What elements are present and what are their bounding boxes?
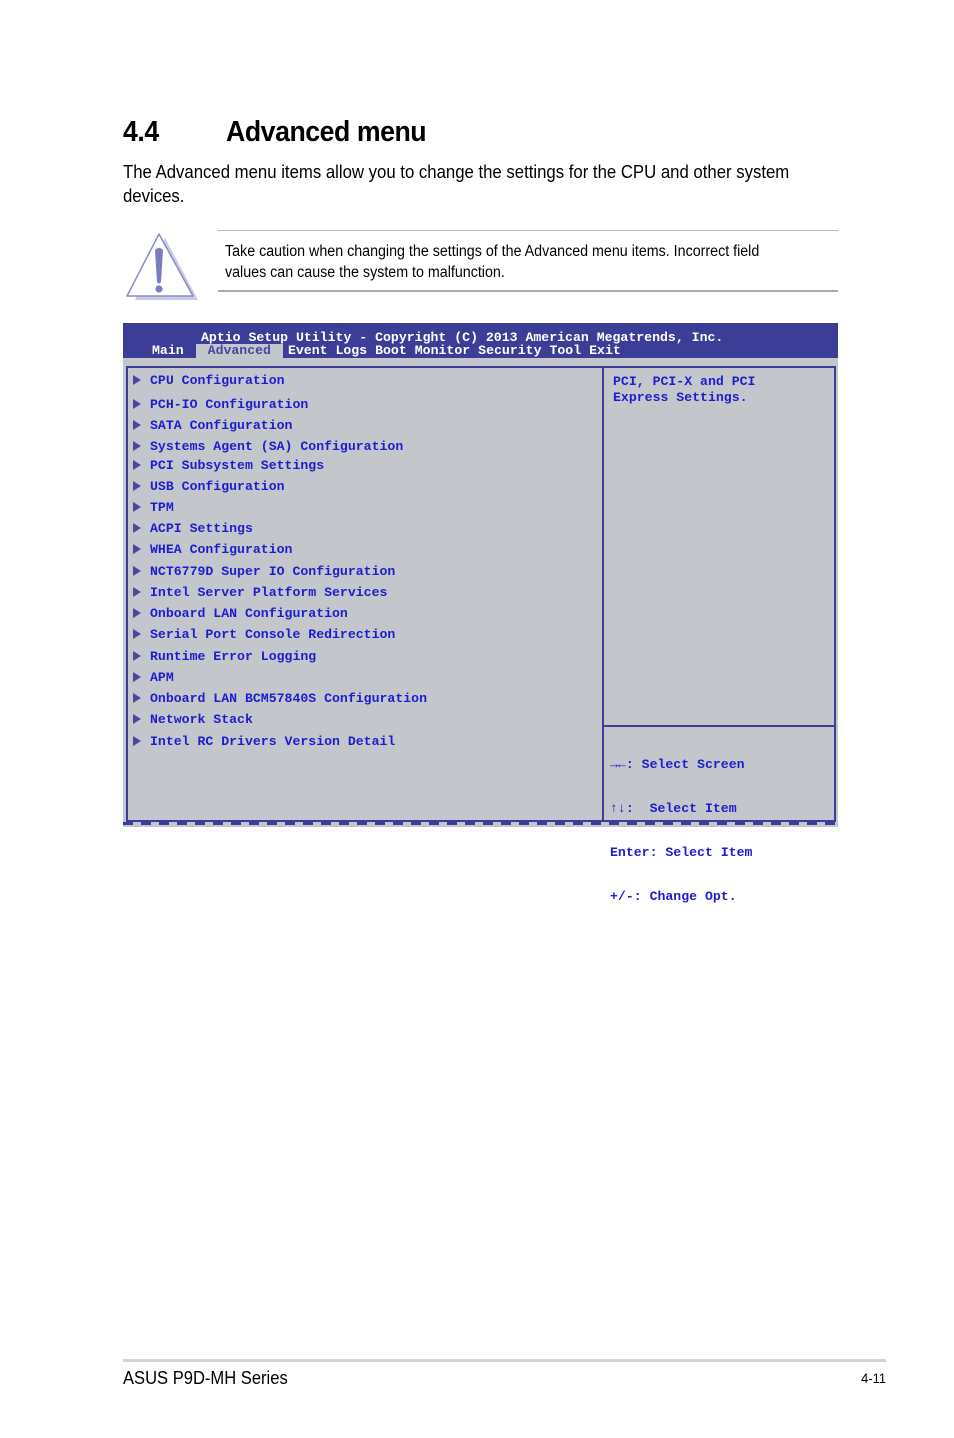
key-legend-select-screen: →←: Select Screen — [610, 757, 745, 773]
menu-item[interactable]: ACPI Settings — [133, 519, 253, 537]
caution-box: Take caution when changing the settings … — [218, 230, 838, 292]
key-legend: →←: Select Screen ↑↓: Select Item Enter:… — [610, 729, 752, 933]
tab-security[interactable]: Security — [474, 344, 545, 358]
help-text: PCI, PCI-X and PCI Express Settings. — [613, 374, 756, 405]
menu-item[interactable]: APM — [133, 668, 174, 686]
menu-item[interactable]: Serial Port Console Redirection — [133, 625, 395, 643]
submenu-arrow-icon — [133, 544, 141, 554]
menu-item[interactable]: Network Stack — [133, 710, 253, 728]
menu-item-label: Runtime Error Logging — [150, 648, 317, 664]
submenu-arrow-icon — [133, 460, 141, 470]
submenu-arrow-icon — [133, 693, 141, 703]
warning-triangle-icon — [126, 233, 198, 300]
tab-boot[interactable]: Boot — [371, 344, 411, 358]
submenu-arrow-icon — [133, 587, 141, 597]
submenu-arrow-icon — [133, 375, 141, 385]
menu-item-label: Intel Server Platform Services — [150, 584, 388, 600]
footer-product-name: ASUS P9D-MH Series — [123, 1368, 288, 1388]
menu-item[interactable]: USB Configuration — [133, 477, 285, 495]
key-legend-select-item: ↑↓: Select Item — [610, 800, 737, 816]
key-legend-change-opt: +/-: Change Opt. — [610, 888, 737, 904]
bios-header: Aptio Setup Utility - Copyright (C) 2013… — [123, 323, 838, 358]
key-legend-enter: Enter: Select Item — [610, 844, 753, 860]
help-panel: PCI, PCI-X and PCI Express Settings. →←:… — [602, 366, 836, 903]
submenu-arrow-icon — [133, 502, 141, 512]
section-title: Advanced menu — [226, 116, 427, 148]
menu-item[interactable]: PCI Subsystem Settings — [133, 456, 324, 474]
menu-item[interactable]: WHEA Configuration — [133, 540, 292, 558]
submenu-arrow-icon — [133, 651, 141, 661]
menu-item[interactable]: Intel Server Platform Services — [133, 583, 387, 601]
menu-item-label: Serial Port Console Redirection — [150, 626, 396, 642]
submenu-arrow-icon — [133, 441, 141, 451]
footer-page-number: 4-11 — [861, 1370, 886, 1386]
menu-item-label: APM — [150, 669, 174, 685]
submenu-arrow-icon — [133, 481, 141, 491]
caution-note: Take caution when changing the settings … — [123, 230, 838, 304]
submenu-arrow-icon — [133, 566, 141, 576]
submenu-arrow-icon — [133, 399, 141, 409]
menu-item-label: Network Stack — [150, 711, 253, 727]
submenu-arrow-icon — [133, 608, 141, 618]
menu-item[interactable]: Onboard LAN BCM57840S Configuration — [133, 689, 427, 707]
menu-item-label: PCI Subsystem Settings — [150, 457, 325, 473]
section-heading: 4.4 Advanced menu — [123, 116, 427, 149]
menu-item-label: WHEA Configuration — [150, 541, 293, 557]
menu-item[interactable]: NCT6779D Super IO Configuration — [133, 562, 395, 580]
menu-item[interactable]: TPM — [133, 498, 174, 516]
caution-text: Take caution when changing the settings … — [225, 243, 760, 281]
menu-item-label: NCT6779D Super IO Configuration — [150, 563, 396, 579]
submenu-arrow-icon — [133, 629, 141, 639]
menu-item-label: Onboard LAN Configuration — [150, 605, 348, 621]
tab-advanced[interactable]: Advanced — [195, 344, 283, 358]
menu-item-label: USB Configuration — [150, 478, 285, 494]
intro-paragraph: The Advanced menu items allow you to cha… — [123, 162, 790, 206]
menu-item-label: SATA Configuration — [150, 417, 293, 433]
menu-item-label: Intel RC Drivers Version Detail — [150, 733, 396, 749]
submenu-arrow-icon — [133, 420, 141, 430]
section-number: 4.4 — [123, 116, 159, 148]
menu-panel: CPU Configuration PCH-IO Configuration SAT… — [126, 366, 605, 822]
menu-item-label: CPU Configuration — [150, 372, 285, 388]
menu-item[interactable]: CPU Configuration — [133, 371, 285, 389]
tab-exit[interactable]: Exit — [585, 344, 625, 358]
menu-item-label: Systems Agent (SA) Configuration — [150, 438, 404, 454]
submenu-arrow-icon — [133, 523, 141, 533]
menu-item-label: Onboard LAN BCM57840S Configuration — [150, 690, 427, 706]
menu-item[interactable]: Onboard LAN Configuration — [133, 604, 348, 622]
bios-tab-bar: Main Advanced Event Logs Boot Monitor Se… — [148, 344, 625, 358]
bios-screenshot: Aptio Setup Utility - Copyright (C) 2013… — [123, 323, 838, 903]
footer-divider — [123, 1359, 886, 1362]
menu-item[interactable]: Runtime Error Logging — [133, 647, 316, 665]
menu-item-label: TPM — [150, 499, 174, 515]
menu-item[interactable]: Systems Agent (SA) Configuration — [133, 437, 403, 455]
tab-event-logs[interactable]: Event Logs — [284, 344, 371, 358]
help-description-area: PCI, PCI-X and PCI Express Settings. — [604, 368, 834, 727]
submenu-arrow-icon — [133, 736, 141, 746]
submenu-arrow-icon — [133, 672, 141, 682]
menu-item[interactable]: Intel RC Drivers Version Detail — [133, 732, 395, 750]
tab-main[interactable]: Main — [148, 344, 188, 358]
menu-item[interactable]: PCH-IO Configuration — [133, 395, 308, 413]
tab-monitor[interactable]: Monitor — [411, 344, 474, 358]
menu-item-label: PCH-IO Configuration — [150, 396, 309, 412]
submenu-arrow-icon — [133, 714, 141, 724]
tab-tool[interactable]: Tool — [545, 344, 585, 358]
menu-item-label: ACPI Settings — [150, 520, 253, 536]
bios-bottom-dashed-line — [123, 822, 838, 825]
menu-item[interactable]: SATA Configuration — [133, 416, 292, 434]
